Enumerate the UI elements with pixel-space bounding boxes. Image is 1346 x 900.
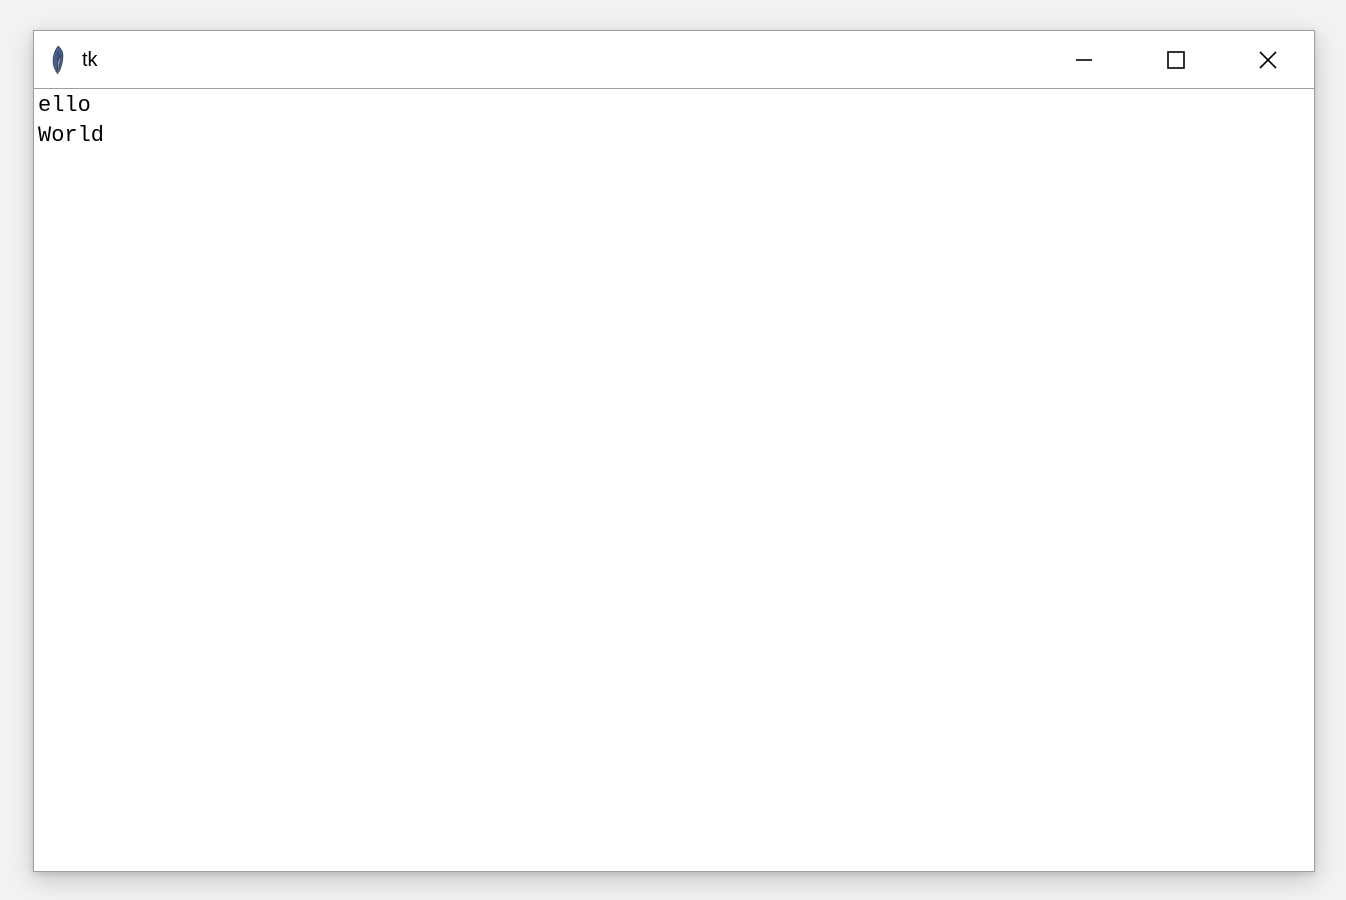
client-area: ello World (34, 89, 1314, 871)
close-icon (1258, 50, 1278, 70)
maximize-icon (1166, 50, 1186, 70)
window-controls (1038, 31, 1314, 88)
close-button[interactable] (1222, 31, 1314, 88)
feather-icon (46, 44, 70, 76)
app-window: tk ello World (33, 30, 1315, 872)
minimize-icon (1074, 50, 1094, 70)
window-title: tk (82, 50, 98, 70)
titlebar[interactable]: tk (34, 31, 1314, 89)
maximize-button[interactable] (1130, 31, 1222, 88)
minimize-button[interactable] (1038, 31, 1130, 88)
text-widget[interactable]: ello World (34, 89, 1314, 871)
